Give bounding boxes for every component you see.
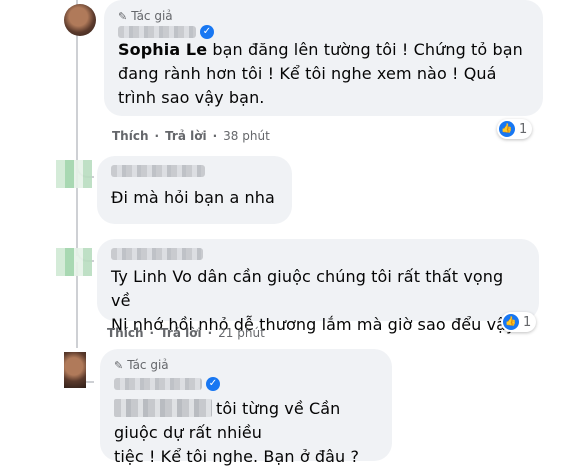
author-name[interactable] <box>114 378 202 390</box>
verified-icon: ✓ <box>200 25 214 39</box>
pencil-icon: ✎ <box>118 9 128 23</box>
author-line: ✎ Tác giả <box>114 357 378 373</box>
avatar[interactable] <box>56 248 92 276</box>
mention-link[interactable]: Sophia Le <box>118 40 207 59</box>
like-icon: 👍 <box>499 121 515 137</box>
reply-button[interactable]: Trả lời <box>160 326 202 340</box>
avatar[interactable] <box>64 4 96 36</box>
comment-bubble: ✎ Tác giả ✓ Sophia Le bạn đăng lên tường… <box>104 0 543 116</box>
like-button[interactable]: Thích <box>107 326 144 340</box>
comment-actions: Thích · Trả lời · 38 phút <box>112 129 270 143</box>
comment-text: Đi mà hỏi bạn a nha <box>111 188 275 207</box>
author-name[interactable] <box>118 26 196 38</box>
reaction-count[interactable]: 👍 1 <box>501 312 537 332</box>
comment-bubble: ✎ Tác giả ✓ tôi từng về Cần giuộc dự rất… <box>100 349 392 466</box>
reaction-count[interactable]: 👍 1 <box>497 119 533 139</box>
author-line: ✎ Tác giả <box>118 8 529 24</box>
author-name[interactable] <box>111 248 203 260</box>
avatar[interactable] <box>64 352 86 388</box>
comment-actions: Thích · Trả lời · 21 phút <box>107 326 265 340</box>
pencil-icon: ✎ <box>114 358 124 372</box>
comment-bubble: Ty Linh Vo dân cần giuộc chúng tôi rất t… <box>97 239 539 334</box>
author-tag: Tác giả <box>127 358 169 372</box>
timestamp[interactable]: 38 phút <box>223 129 270 143</box>
author-name[interactable] <box>111 165 205 177</box>
comment-bubble: Đi mà hỏi bạn a nha <box>97 156 292 224</box>
comment-text: Sophia Le bạn đăng lên tường tôi ! Chứng… <box>118 40 523 107</box>
mention-link[interactable] <box>114 399 212 417</box>
like-button[interactable]: Thích <box>112 129 149 143</box>
author-tag: Tác giả <box>131 9 173 23</box>
avatar[interactable] <box>56 160 92 188</box>
timestamp[interactable]: 21 phút <box>218 326 265 340</box>
verified-icon: ✓ <box>206 377 220 391</box>
like-icon: 👍 <box>503 314 519 330</box>
comment-text: tôi từng về Cần giuộc dự rất nhiều tiệc … <box>114 399 360 466</box>
reply-button[interactable]: Trả lời <box>165 129 207 143</box>
